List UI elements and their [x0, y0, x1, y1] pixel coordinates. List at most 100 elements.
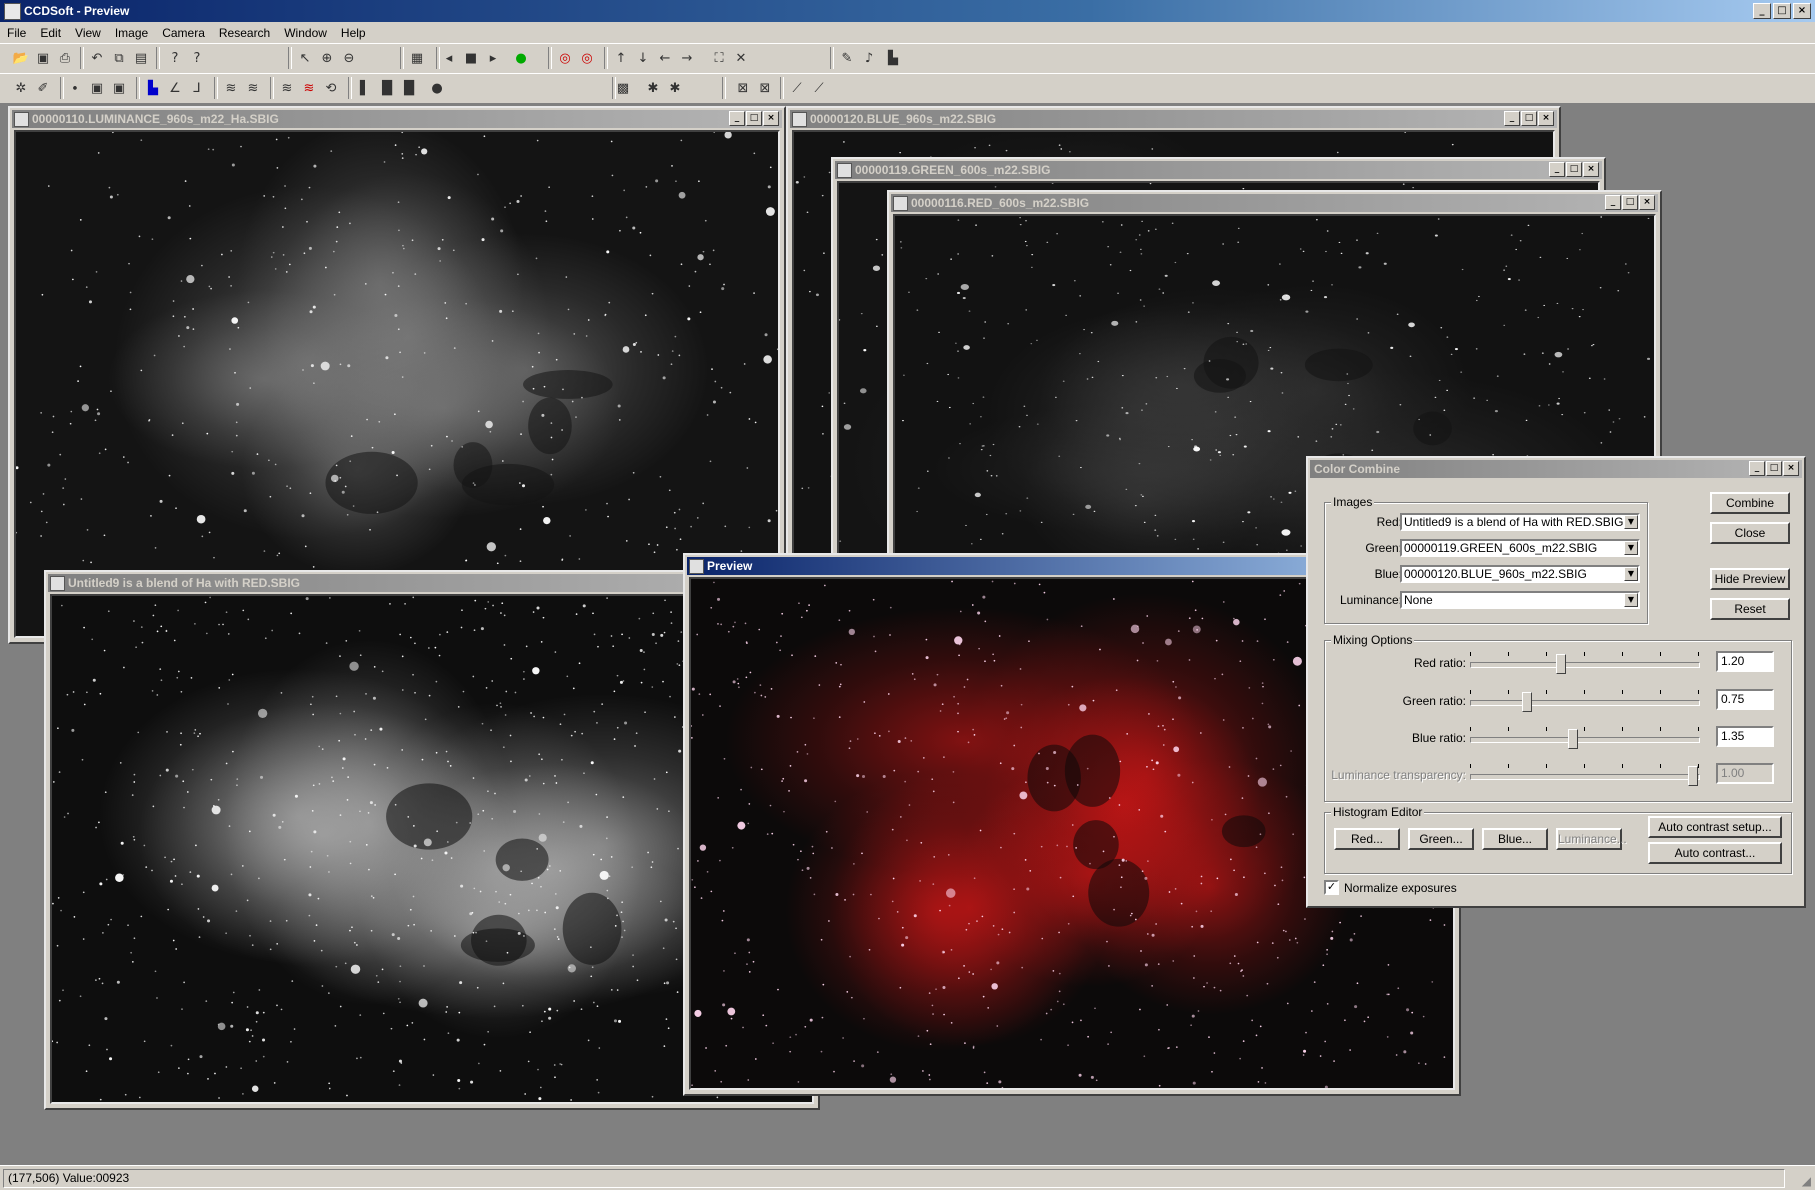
minimize-button[interactable]: _ — [1753, 3, 1771, 19]
minimize-button[interactable]: _ — [1504, 111, 1520, 126]
help-icon[interactable]: ? — [166, 49, 184, 67]
swatch-light-icon[interactable]: ▌ — [356, 79, 374, 97]
menu-research[interactable]: Research — [212, 26, 277, 40]
red-select[interactable]: Untitled9 is a blend of Ha with RED.SBIG… — [1400, 513, 1640, 531]
levels-icon[interactable]: ⅃ — [188, 79, 206, 97]
red-ratio-input[interactable]: 1.20 — [1716, 651, 1774, 672]
pointer-icon[interactable]: ↖ — [296, 49, 314, 67]
tool-icon[interactable]: ✎ — [838, 49, 856, 67]
luminance-select[interactable]: None ▼ — [1400, 591, 1640, 609]
measure-icon[interactable]: ⟋ — [788, 79, 806, 97]
sparkle-icon[interactable]: ✱ — [644, 79, 662, 97]
reset-button[interactable]: Reset — [1710, 598, 1790, 620]
next-icon[interactable]: ▸ — [484, 49, 502, 67]
brush-icon[interactable]: ✐ — [34, 79, 52, 97]
frame-icon[interactable]: ▣ — [88, 79, 106, 97]
close-button[interactable]: × — [1639, 195, 1655, 210]
previous-icon[interactable]: ◂ — [440, 49, 458, 67]
close-button[interactable]: × — [1538, 111, 1554, 126]
menu-window[interactable]: Window — [277, 26, 334, 40]
histogram-green-button[interactable]: Green... — [1408, 828, 1474, 850]
stack-icon[interactable]: ≋ — [222, 79, 240, 97]
context-help-icon[interactable]: ? — [188, 49, 206, 67]
rotate-icon[interactable]: ⟲ — [322, 79, 340, 97]
minimize-button[interactable]: _ — [1605, 195, 1621, 210]
stack-alt-icon[interactable]: ≋ — [244, 79, 262, 97]
minimize-button[interactable]: _ — [729, 111, 745, 126]
menu-file[interactable]: File — [0, 26, 33, 40]
blue-ratio-slider[interactable] — [1567, 729, 1578, 749]
chevron-down-icon[interactable]: ▼ — [1624, 541, 1638, 555]
stop-icon[interactable]: ■ — [462, 49, 480, 67]
minimize-button[interactable]: _ — [1749, 461, 1765, 476]
maximize-button[interactable]: □ — [1766, 461, 1782, 476]
resize-grip-icon[interactable]: ◢ — [1802, 1174, 1811, 1188]
maximize-button[interactable]: □ — [1622, 195, 1638, 210]
blue-select[interactable]: 00000120.BLUE_960s_m22.SBIG ▼ — [1400, 565, 1640, 583]
target-multi-icon[interactable]: ◎ — [578, 49, 596, 67]
color-combine-dialog[interactable]: Color Combine _ □ × Images Red: Untitled9 … — [1306, 456, 1806, 908]
menu-camera[interactable]: Camera — [155, 26, 212, 40]
copy-icon[interactable]: ⧉ — [110, 49, 128, 67]
display-icon[interactable]: ▩ — [614, 79, 632, 97]
crop-icon[interactable]: ⊠ — [734, 79, 752, 97]
settings-icon[interactable]: ✲ — [12, 79, 30, 97]
luminance-image[interactable] — [14, 130, 780, 638]
sound-icon[interactable]: ♪ — [860, 49, 878, 67]
maximize-button[interactable]: □ — [746, 111, 762, 126]
crop-alt-icon[interactable]: ⊠ — [756, 79, 774, 97]
shrink-icon[interactable]: ✕ — [732, 49, 750, 67]
close-button[interactable]: × — [1793, 3, 1811, 19]
blue-ratio-input[interactable]: 1.35 — [1716, 726, 1774, 747]
normalize-exposures-option[interactable]: ✓ Normalize exposures — [1324, 880, 1457, 895]
swatch-dark-icon[interactable]: █ — [400, 79, 418, 97]
grid-icon[interactable]: ▦ — [408, 49, 426, 67]
sparkle-alt-icon[interactable]: ✱ — [666, 79, 684, 97]
measure-alt-icon[interactable]: ⟋ — [810, 79, 828, 97]
chevron-down-icon[interactable]: ▼ — [1624, 567, 1638, 581]
close-button[interactable]: × — [763, 111, 779, 126]
maximize-button[interactable]: □ — [1521, 111, 1537, 126]
arrow-right-icon[interactable]: → — [678, 49, 696, 67]
arrow-down-icon[interactable]: ↓ — [634, 49, 652, 67]
chevron-down-icon[interactable]: ▼ — [1624, 515, 1638, 529]
histogram-red-button[interactable]: Red... — [1334, 828, 1400, 850]
auto-contrast-setup-button[interactable]: Auto contrast setup... — [1648, 816, 1782, 838]
close-dialog-button[interactable]: Close — [1710, 522, 1790, 544]
menu-image[interactable]: Image — [108, 26, 155, 40]
curve-icon[interactable]: ∠ — [166, 79, 184, 97]
green-ratio-input[interactable]: 0.75 — [1716, 689, 1774, 710]
save-icon[interactable]: ▣ — [34, 49, 52, 67]
menu-edit[interactable]: Edit — [33, 26, 68, 40]
camera-icon[interactable]: ▙ — [884, 49, 902, 67]
frame-alt-icon[interactable]: ▣ — [110, 79, 128, 97]
menu-help[interactable]: Help — [334, 26, 373, 40]
swatch-mid-icon[interactable]: █ — [378, 79, 396, 97]
green-select[interactable]: 00000119.GREEN_600s_m22.SBIG ▼ — [1400, 539, 1640, 557]
normalize-checkbox[interactable]: ✓ — [1324, 880, 1339, 895]
star-icon[interactable]: ∙ — [66, 79, 84, 97]
align-icon[interactable]: ≋ — [278, 79, 296, 97]
print-icon[interactable]: ⎙ — [56, 49, 74, 67]
hide-preview-button[interactable]: Hide Preview — [1710, 568, 1790, 590]
menu-view[interactable]: View — [68, 26, 108, 40]
green-ratio-slider[interactable] — [1522, 692, 1532, 712]
histogram-blue-button[interactable]: Blue... — [1482, 828, 1548, 850]
filter-icon[interactable]: ● — [512, 49, 530, 67]
auto-contrast-button[interactable]: Auto contrast... — [1648, 842, 1782, 864]
circle-icon[interactable]: ● — [428, 79, 446, 97]
fit-icon[interactable]: ⛶ — [710, 49, 728, 67]
paste-icon[interactable]: ▤ — [132, 49, 150, 67]
chevron-down-icon[interactable]: ▼ — [1624, 593, 1638, 607]
close-button[interactable]: × — [1783, 461, 1799, 476]
arrow-up-icon[interactable]: ↑ — [612, 49, 630, 67]
arrow-left-icon[interactable]: ← — [656, 49, 674, 67]
maximize-button[interactable]: □ — [1773, 3, 1791, 19]
red-ratio-slider[interactable] — [1556, 654, 1567, 674]
histogram-icon[interactable]: ▙ — [144, 79, 162, 97]
undo-icon[interactable]: ↶ — [88, 49, 106, 67]
target-icon[interactable]: ◎ — [556, 49, 574, 67]
luminance-image-window[interactable]: 00000110.LUMINANCE_960s_m22_Ha.SBIG _ □ × — [8, 106, 786, 644]
maximize-button[interactable]: □ — [1566, 162, 1582, 177]
combine-button[interactable]: Combine — [1710, 492, 1790, 514]
